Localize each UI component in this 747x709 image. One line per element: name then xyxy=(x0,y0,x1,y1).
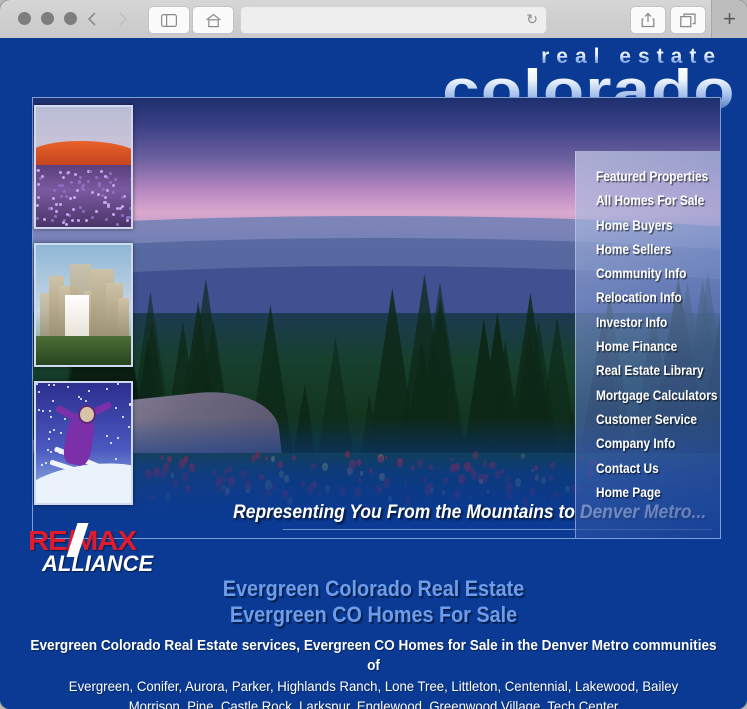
footer-line-3: Morrison, Pine, Castle Rock, Larkspur, E… xyxy=(128,698,619,709)
browser-toolbar: ↻ + xyxy=(0,0,747,39)
nav-item-real-estate-library[interactable]: Real Estate Library xyxy=(596,359,720,383)
thumbnail-wildflowers-mountain-sunset[interactable] xyxy=(34,105,133,229)
remax-alliance-logo[interactable]: RE/MAX ALLIANCE xyxy=(28,523,156,581)
thumb1-flower-field xyxy=(36,164,131,227)
hero-image: Representing You From the Mountains to D… xyxy=(32,97,721,539)
footer-line-1: Evergreen Colorado Real Estate services,… xyxy=(30,638,717,674)
new-tab-button[interactable]: + xyxy=(711,0,747,38)
nav-item-contact-us[interactable]: Contact Us xyxy=(596,457,720,481)
thumb2-trees xyxy=(36,336,131,365)
close-window-button[interactable] xyxy=(18,12,31,25)
site-logo: real estate colorado colorado xyxy=(139,45,737,124)
show-tabs-icon[interactable] xyxy=(670,6,706,34)
main-navigation: Featured Properties All Homes For Sale H… xyxy=(575,151,720,538)
share-icon[interactable] xyxy=(630,6,666,34)
footer-line-2: Evergreen, Conifer, Aurora, Parker, High… xyxy=(68,678,679,694)
nav-item-home-sellers[interactable]: Home Sellers xyxy=(596,238,720,262)
page-body: real estate colorado colorado Representi… xyxy=(0,38,747,709)
bottom-headings: Evergreen Colorado Real Estate Evergreen… xyxy=(0,576,747,628)
nav-item-all-homes-for-sale[interactable]: All Homes For Sale xyxy=(596,189,720,213)
alliance-wordmark: ALLIANCE xyxy=(42,551,154,576)
footer-text: Evergreen Colorado Real Estate services,… xyxy=(0,636,747,709)
bottom-heading-2: Evergreen CO Homes For Sale xyxy=(229,602,518,627)
nav-item-mortgage-calculators[interactable]: Mortgage Calculators xyxy=(596,384,720,408)
forward-icon[interactable] xyxy=(108,6,136,32)
nav-item-home-buyers[interactable]: Home Buyers xyxy=(596,214,720,238)
home-icon[interactable] xyxy=(192,6,234,34)
nav-item-investor-info[interactable]: Investor Info xyxy=(596,311,720,335)
sidebar-icon[interactable] xyxy=(148,6,190,34)
window-controls xyxy=(18,12,77,25)
browser-window: ↻ + real estate colorado colorado xyxy=(0,0,747,709)
nav-item-home-page[interactable]: Home Page xyxy=(596,481,720,505)
nav-item-company-info[interactable]: Company Info xyxy=(596,432,720,456)
thumb3-skier-head xyxy=(77,404,97,425)
address-bar[interactable]: ↻ xyxy=(240,6,547,34)
nav-item-customer-service[interactable]: Customer Service xyxy=(596,408,720,432)
nav-item-featured-properties[interactable]: Featured Properties xyxy=(596,165,720,189)
thumbnail-denver-skyline[interactable] xyxy=(34,243,133,367)
content-frame: real estate colorado colorado Representi… xyxy=(14,45,737,576)
minimize-window-button[interactable] xyxy=(41,12,54,25)
back-icon[interactable] xyxy=(78,6,106,32)
reload-icon[interactable]: ↻ xyxy=(526,11,538,28)
maximize-window-button[interactable] xyxy=(64,12,77,25)
thumbnail-skier[interactable] xyxy=(34,381,133,505)
nav-item-home-finance[interactable]: Home Finance xyxy=(596,335,720,359)
bottom-heading-1: Evergreen Colorado Real Estate xyxy=(222,576,525,601)
nav-item-community-info[interactable]: Community Info xyxy=(596,262,720,286)
nav-item-relocation-info[interactable]: Relocation Info xyxy=(596,286,720,310)
